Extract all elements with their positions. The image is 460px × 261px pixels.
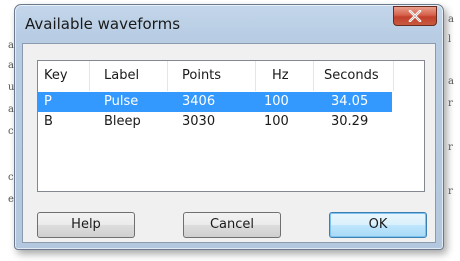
cell-points: 3406 — [182, 94, 216, 109]
background-letter: r — [448, 142, 453, 153]
table-row[interactable]: P Pulse 3406 100 34.05 — [38, 92, 392, 112]
close-x-icon — [408, 10, 422, 22]
background-letter: a — [448, 14, 454, 25]
available-waveforms-dialog: Available waveforms Key Label Points Hz … — [14, 4, 444, 250]
close-button[interactable] — [393, 6, 437, 26]
column-header-label[interactable]: Label — [90, 61, 168, 91]
cancel-button[interactable]: Cancel — [183, 212, 281, 238]
background-letter: r — [448, 186, 453, 197]
cell-seconds: 30.29 — [331, 114, 369, 129]
help-button[interactable]: Help — [37, 212, 135, 238]
column-header-key[interactable]: Key — [38, 61, 90, 91]
column-header-hz[interactable]: Hz — [256, 61, 314, 91]
cell-seconds: 34.05 — [331, 94, 369, 109]
cell-label: Bleep — [104, 114, 141, 129]
column-header-seconds[interactable]: Seconds — [314, 61, 394, 91]
waveforms-list[interactable]: Key Label Points Hz Seconds P Pulse 3406… — [37, 60, 425, 192]
cell-hz: 100 — [264, 114, 289, 129]
background-letter: c — [8, 126, 14, 137]
ok-button[interactable]: OK — [329, 212, 427, 238]
cell-points: 3030 — [182, 114, 216, 129]
column-header-points[interactable]: Points — [168, 61, 256, 91]
background-text-right: a l a r r r — [442, 0, 460, 261]
cell-hz: 100 — [264, 94, 289, 109]
dialog-title: Available waveforms — [25, 15, 181, 33]
cell-key: B — [44, 114, 53, 129]
table-row[interactable]: B Bleep 3030 100 30.29 — [38, 112, 392, 132]
background-letter: l — [448, 34, 452, 45]
dialog-client-area: Key Label Points Hz Seconds P Pulse 3406… — [22, 43, 436, 243]
background-letter: r — [448, 98, 453, 109]
cell-label: Pulse — [104, 94, 139, 109]
background-letter: a — [448, 76, 454, 87]
background-letter: c — [8, 172, 14, 183]
list-header: Key Label Points Hz Seconds — [38, 61, 424, 91]
cell-key: P — [44, 94, 52, 109]
